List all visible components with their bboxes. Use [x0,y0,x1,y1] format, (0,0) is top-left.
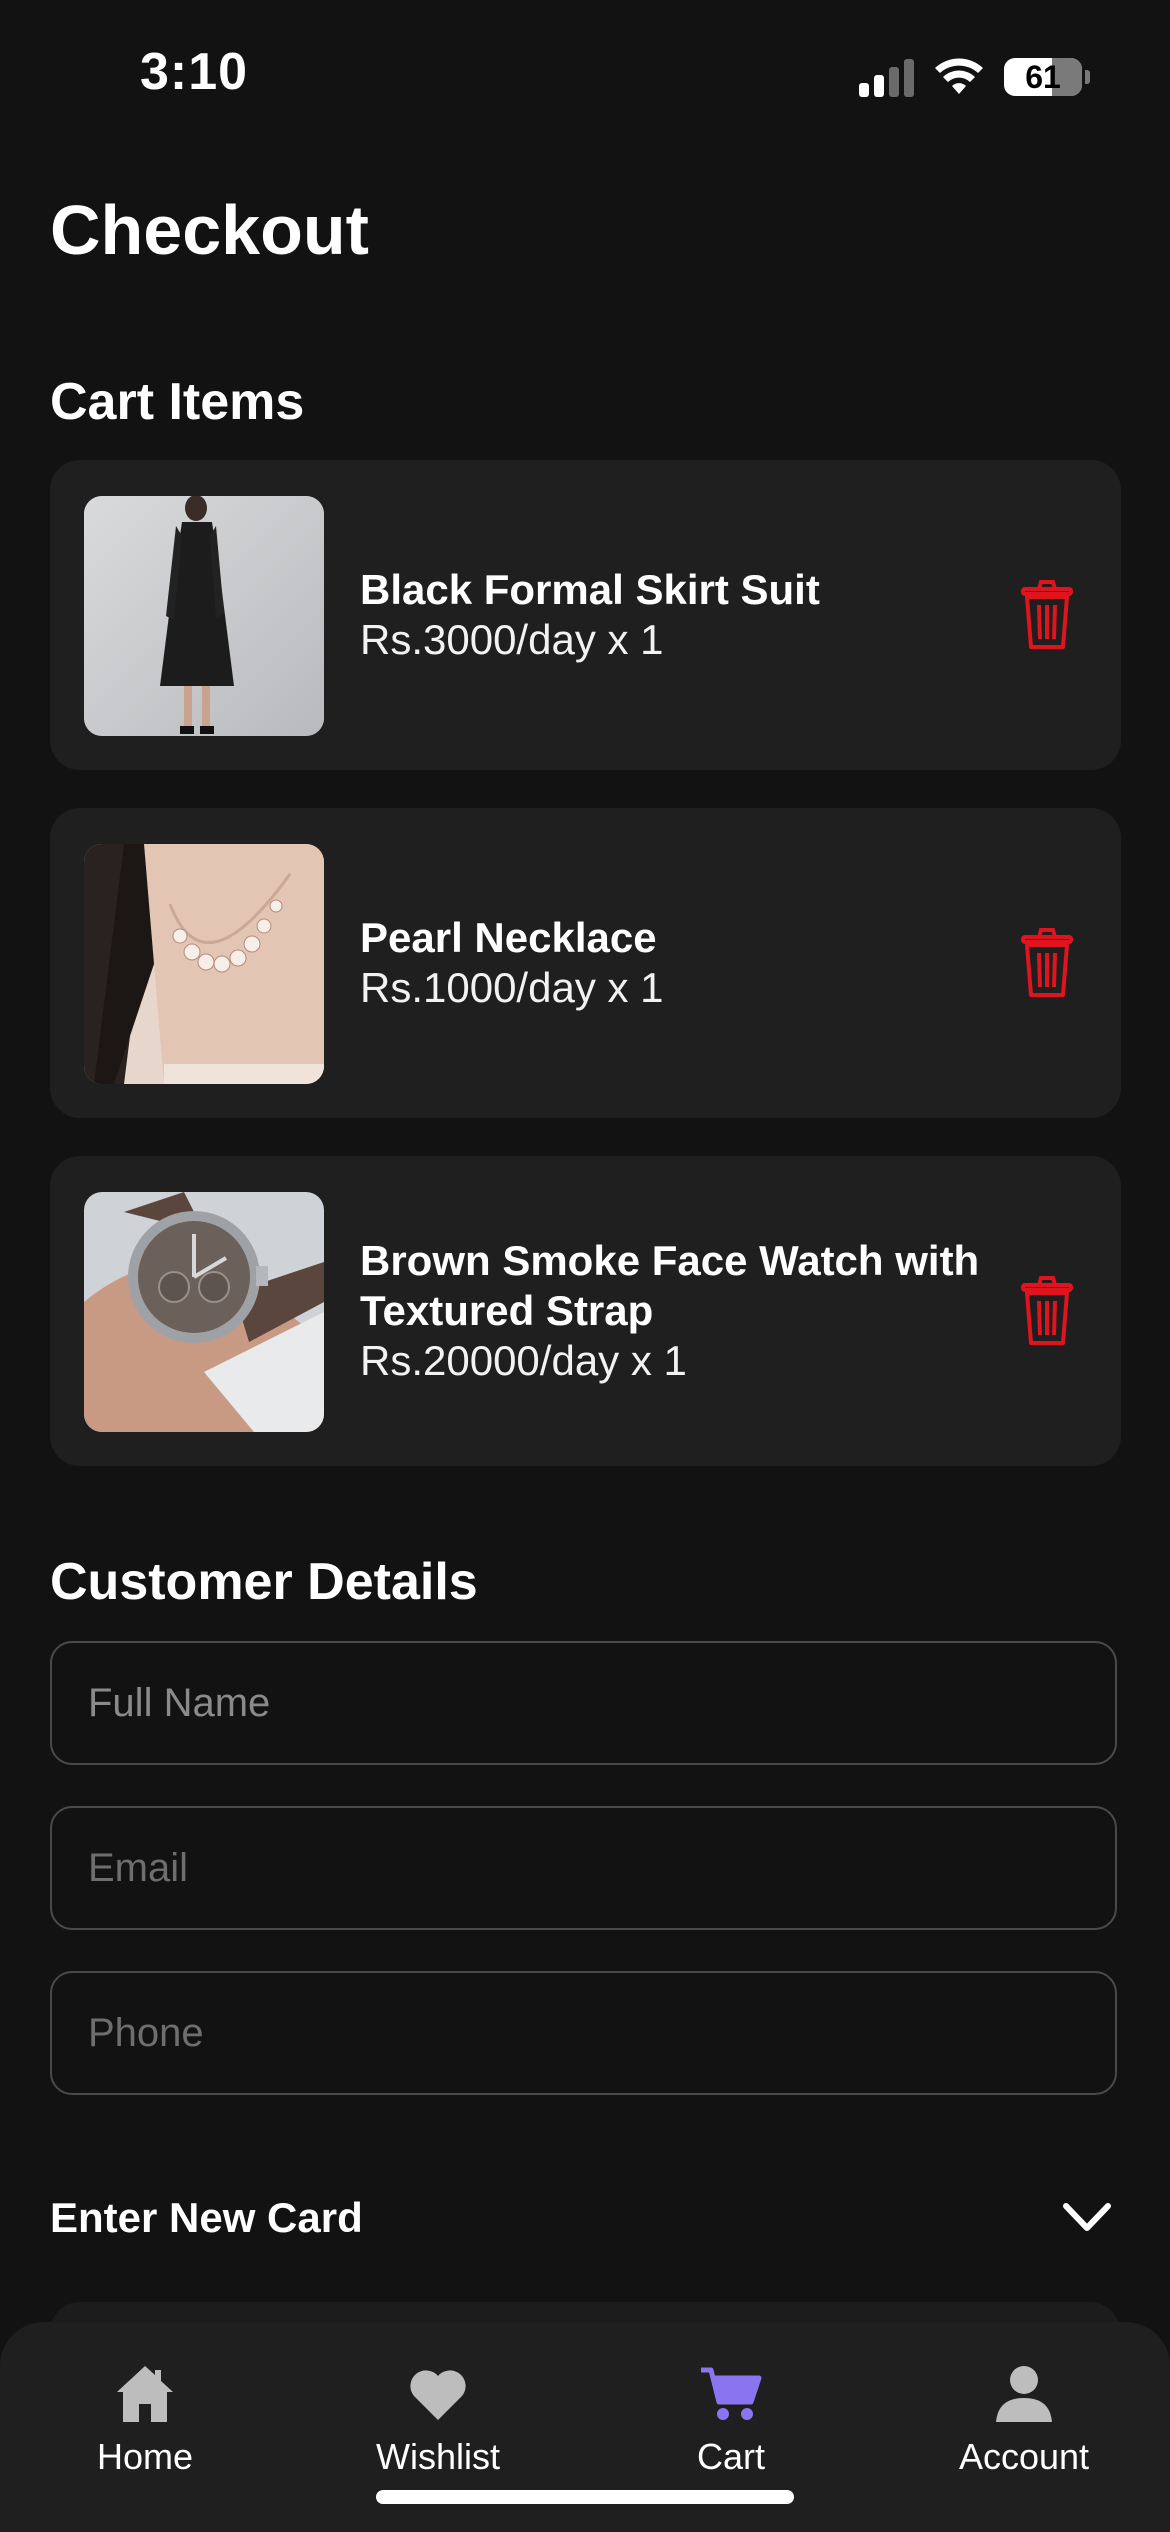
item-price: Rs.1000/day x 1 [360,964,664,1011]
enter-new-card-toggle[interactable]: Enter New Card [50,2180,1120,2260]
full-name-input[interactable] [52,1643,1115,1763]
wifi-icon [935,58,983,94]
item-price: Rs.20000/day x 1 [360,1337,687,1384]
trash-icon[interactable] [1017,1275,1077,1347]
item-name: Pearl Necklace [360,914,657,961]
nav-account-label: Account [958,2436,1090,2477]
item-price: Rs.3000/day x 1 [360,616,664,663]
item-details: Black Formal Skirt Suit Rs.3000/day x 1 [360,460,1060,770]
cart-item: Brown Smoke Face Watch with Textured Str… [50,1156,1121,1466]
enter-new-card-label: Enter New Card [50,2194,363,2241]
home-icon [117,2366,173,2422]
status-icons: 61 [859,52,1090,102]
nav-cart-label: Cart [696,2436,765,2477]
item-name: Black Formal Skirt Suit [360,566,820,613]
battery-cap [1085,70,1090,84]
full-name-field[interactable] [50,1641,1117,1765]
page-title: Checkout [50,191,369,269]
home-indicator [376,2490,794,2504]
item-details: Pearl Necklace Rs.1000/day x 1 [360,808,1060,1118]
item-name: Brown Smoke Face Watch with Textured Str… [360,1237,980,1334]
trash-icon[interactable] [1017,579,1077,651]
phone-field[interactable] [50,1971,1117,2095]
email-field[interactable] [50,1806,1117,1930]
user-icon [996,2366,1052,2422]
status-time: 3:10 [140,43,249,101]
nav-account[interactable]: Account [914,2362,1134,2478]
cart-item: Pearl Necklace Rs.1000/day x 1 [50,808,1121,1118]
battery-icon: 61 [1004,58,1082,96]
nav-wishlist[interactable]: Wishlist [328,2362,548,2478]
nav-wishlist-label: Wishlist [376,2436,500,2477]
phone-input[interactable] [52,1973,1115,2093]
nav-home-label: Home [96,2436,194,2477]
trash-icon[interactable] [1017,927,1077,999]
cellular-signal-icon [859,57,914,97]
status-bar: 3:10 61 [0,0,1170,150]
product-image[interactable] [84,1192,324,1432]
battery-percent: 61 [1025,59,1061,95]
product-image[interactable] [84,496,324,736]
product-image[interactable] [84,844,324,1084]
cart-icon [701,2367,762,2420]
nav-cart[interactable]: Cart [621,2362,841,2478]
customer-details-heading: Customer Details [50,1553,478,1611]
nav-home[interactable]: Home [35,2362,255,2478]
cart-item: Black Formal Skirt Suit Rs.3000/day x 1 [50,460,1121,770]
chevron-down-icon[interactable] [1060,2198,1114,2238]
item-details: Brown Smoke Face Watch with Textured Str… [360,1156,1060,1466]
heart-icon [410,2370,466,2420]
cart-items-heading: Cart Items [50,373,305,431]
email-input[interactable] [52,1808,1115,1928]
